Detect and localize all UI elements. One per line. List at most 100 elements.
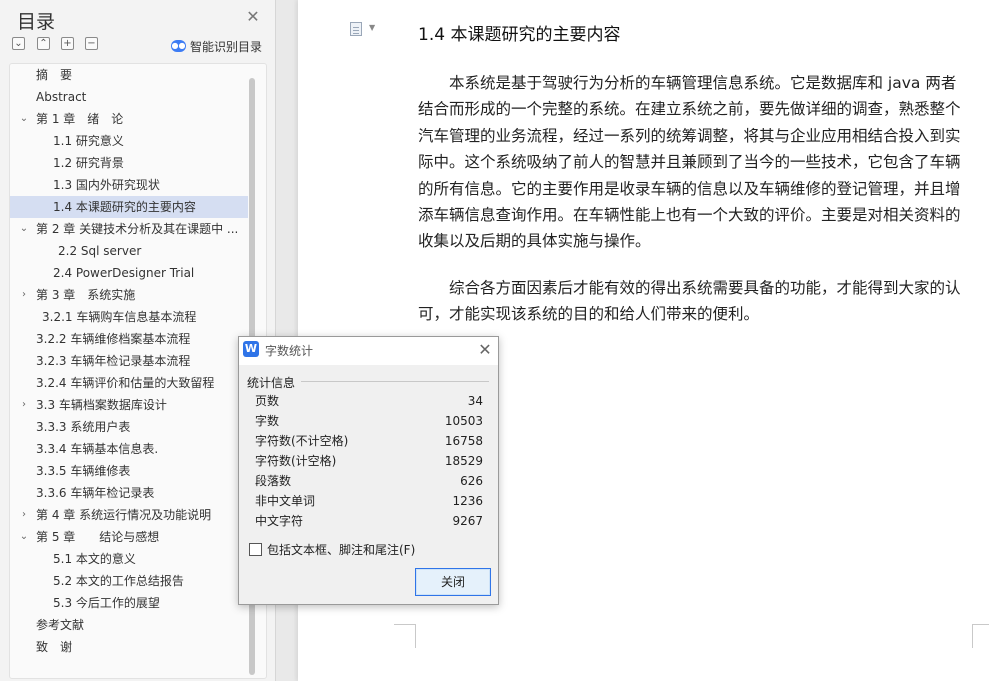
- toc-item[interactable]: 5.1 本文的意义: [10, 548, 248, 570]
- paragraph-line: 可，才能实现该系统的目的和给人们带来的便利。: [418, 305, 760, 324]
- toc-item-label: 2.4 PowerDesigner Trial: [53, 266, 195, 280]
- toc-item[interactable]: 1.4 本课题研究的主要内容: [10, 196, 248, 218]
- body-paragraph-2: 综合各方面因素后才能有效的得出系统需要具备的功能，才能得到大家的认 可，才能实现…: [418, 275, 978, 328]
- toc-item[interactable]: ⌄ 第 5 章 结论与感想: [10, 526, 248, 548]
- toc-item-label: 1.3 国内外研究现状: [53, 178, 160, 192]
- toc-item-label: 摘 要: [36, 68, 73, 82]
- stat-value: 9267: [452, 514, 483, 528]
- toc-item-label: 3.3 车辆档案数据库设计: [36, 398, 167, 412]
- stat-value: 34: [467, 394, 483, 408]
- stat-label: 非中文单词: [255, 494, 316, 508]
- expand-all-icon[interactable]: ⌃: [37, 37, 50, 50]
- paragraph-line: 本系统是基于驾驶行为分析的车辆管理信息系统。它是数据库和 java 两者: [418, 74, 957, 92]
- toc-item-label: 2.2 Sql server: [58, 244, 142, 258]
- dialog-title: 字数统计: [265, 344, 314, 358]
- stat-label: 页数: [255, 394, 280, 408]
- chevron-right-icon[interactable]: ›: [18, 394, 30, 416]
- toc-item-label: 1.4 本课题研究的主要内容: [53, 200, 196, 214]
- toc-item[interactable]: 3.3.4 车辆基本信息表.: [10, 438, 248, 460]
- toc-item-label: 3.2.3 车辆年检记录基本流程: [36, 354, 191, 368]
- toc-item[interactable]: 3.3.5 车辆维修表: [10, 460, 248, 482]
- wps-writer-window: 目录 ✕ ⌄ ⌃ + − ●● 智能识别目录 摘 要 Abstract ⌄ 第 1 章…: [0, 0, 989, 681]
- toc-item[interactable]: 3.3.3 系统用户表: [10, 416, 248, 438]
- toc-item[interactable]: 2.2 Sql server: [10, 240, 248, 262]
- toc-item-label: 第 2 章 关键技术分析及其在课题中 ...: [36, 222, 239, 236]
- paragraph-line: 汽车管理的业务流程，经过一系列的统筹调整，将其与企业应用相结合投入到实: [418, 126, 961, 145]
- toc-item-label: 3.2.2 车辆维修档案基本流程: [36, 332, 191, 346]
- toc-item[interactable]: 3.2.4 车辆评价和估量的大致留程: [10, 372, 248, 394]
- chevron-right-icon[interactable]: ›: [18, 284, 30, 306]
- chevron-down-icon[interactable]: ⌄: [18, 526, 30, 548]
- toc-item[interactable]: › 第 3 章 系统实施: [10, 284, 248, 306]
- toc-item-label: 第 1 章 绪 论: [36, 112, 124, 126]
- toc-item[interactable]: 致 谢: [10, 636, 248, 658]
- toc-item-label: 3.2.4 车辆评价和估量的大致留程: [36, 376, 215, 390]
- stat-value: 18529: [444, 454, 483, 468]
- toc-item-label: 5.1 本文的意义: [53, 552, 136, 566]
- smart-toc-icon: ●●: [171, 40, 186, 52]
- stat-row-non-chinese-words: 非中文单词 1236: [255, 491, 483, 511]
- body-paragraph-1: 本系统是基于驾驶行为分析的车辆管理信息系统。它是数据库和 java 两者 结合而…: [418, 70, 978, 255]
- wps-logo-icon: W: [243, 341, 259, 357]
- paragraph-tools-icon[interactable]: ▼: [350, 22, 380, 36]
- include-textbox-footnotes-checkbox[interactable]: [249, 543, 262, 556]
- sidebar-close-icon[interactable]: ✕: [244, 8, 262, 26]
- checkbox-label[interactable]: 包括文本框、脚注和尾注(F): [267, 541, 415, 558]
- add-heading-icon[interactable]: +: [61, 37, 74, 50]
- toc-item-label: 1.2 研究背景: [53, 156, 124, 170]
- toc-item-label: 第 5 章 结论与感想: [36, 530, 160, 544]
- toc-item-label: 第 3 章 系统实施: [36, 288, 136, 302]
- stat-label: 字数: [255, 414, 280, 428]
- toc-item[interactable]: ⌄ 第 2 章 关键技术分析及其在课题中 ...: [10, 218, 248, 240]
- toc-item-label: 1.1 研究意义: [53, 134, 124, 148]
- toc-item[interactable]: 2.4 PowerDesigner Trial: [10, 262, 248, 284]
- paragraph-line: 收集以及后期的具体实施与操作。: [418, 232, 651, 251]
- toc-item[interactable]: 3.2.1 车辆购车信息基本流程: [10, 306, 248, 328]
- toc-item[interactable]: 1.3 国内外研究现状: [10, 174, 248, 196]
- stat-label: 中文字符: [255, 514, 304, 528]
- toc-item[interactable]: 5.3 今后工作的展望: [10, 592, 248, 614]
- toc-item[interactable]: Abstract: [10, 86, 248, 108]
- sidebar-title: 目录: [17, 11, 56, 33]
- toc-item-label: 3.2.1 车辆购车信息基本流程: [42, 310, 197, 324]
- stat-row-words: 字数 10503: [255, 411, 483, 431]
- paragraph-line: 添车辆信息查询作用。在车辆性能上也有一个大致的评价。主要是对相关资料的: [418, 205, 961, 224]
- page-margin-corner-left: [394, 624, 416, 648]
- toc-item[interactable]: 1.1 研究意义: [10, 130, 248, 152]
- toc-item-label: 3.3.3 系统用户表: [36, 420, 131, 434]
- toc-item[interactable]: › 3.3 车辆档案数据库设计: [10, 394, 248, 416]
- toc-item-label: 3.3.6 车辆年检记录表: [36, 486, 155, 500]
- dialog-titlebar[interactable]: W 字数统计 ✕: [239, 337, 498, 365]
- toc-item[interactable]: 1.2 研究背景: [10, 152, 248, 174]
- toc-item[interactable]: 参考文献: [10, 614, 248, 636]
- stat-row-chinese-chars: 中文字符 9267: [255, 511, 483, 531]
- stat-label: 字符数(计空格): [255, 454, 337, 468]
- document-icon: [350, 22, 362, 36]
- chevron-down-icon[interactable]: ⌄: [18, 108, 30, 130]
- stat-value: 10503: [444, 414, 483, 428]
- toc-item-label: 3.3.5 车辆维修表: [36, 464, 131, 478]
- toc-list: 摘 要 Abstract ⌄ 第 1 章 绪 论 1.1 研究意义 1.2 研究背景 1.3…: [9, 63, 267, 679]
- toc-item[interactable]: 3.3.6 车辆年检记录表: [10, 482, 248, 504]
- word-count-dialog: W 字数统计 ✕ 统计信息 页数 34 字数 10503 字符数(不计空格) 1…: [238, 336, 499, 605]
- toc-item[interactable]: 3.2.2 车辆维修档案基本流程: [10, 328, 248, 350]
- smart-toc-button[interactable]: ●● 智能识别目录: [171, 37, 262, 55]
- toc-item[interactable]: 摘 要: [10, 64, 248, 86]
- stat-value: 1236: [452, 494, 483, 508]
- stat-row-chars-no-spaces: 字符数(不计空格) 16758: [255, 431, 483, 451]
- paragraph-line: 的所有信息。它的主要作用是收录车辆的信息以及车辆维修的登记管理，并且增: [418, 179, 961, 198]
- toc-item[interactable]: › 第 4 章 系统运行情况及功能说明: [10, 504, 248, 526]
- remove-heading-icon[interactable]: −: [85, 37, 98, 50]
- toc-item-label: 3.3.4 车辆基本信息表.: [36, 442, 159, 456]
- toc-item-label: 致 谢: [36, 640, 73, 654]
- chevron-right-icon[interactable]: ›: [18, 504, 30, 526]
- toc-item[interactable]: 5.2 本文的工作总结报告: [10, 570, 248, 592]
- toc-item[interactable]: 3.2.3 车辆年检记录基本流程: [10, 350, 248, 372]
- dialog-close-icon[interactable]: ✕: [476, 340, 494, 360]
- close-button[interactable]: 关闭: [415, 568, 491, 596]
- toc-item-label: 5.3 今后工作的展望: [53, 596, 160, 610]
- paragraph-line: 结合而形成的一个完整的系统。在建立系统之前，要先做详细的调查，熟悉整个: [418, 100, 961, 119]
- toc-item[interactable]: ⌄ 第 1 章 绪 论: [10, 108, 248, 130]
- chevron-down-icon[interactable]: ⌄: [18, 218, 30, 240]
- collapse-all-icon[interactable]: ⌄: [12, 37, 25, 50]
